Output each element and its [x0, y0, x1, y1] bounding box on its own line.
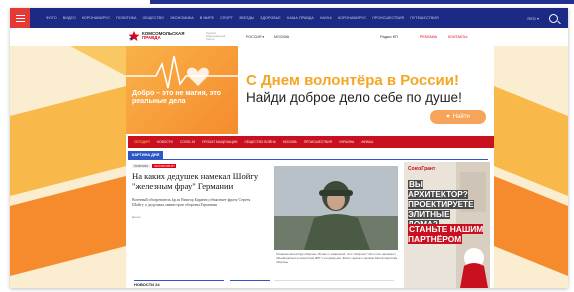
article-tag[interactable]: ПОЛИТИКА	[132, 164, 151, 168]
ad-cta[interactable]: СТАНЬТЕ НАШИМ ПАРТНЁРОМ	[408, 224, 488, 244]
banner-slogan: Добро – это не магия, это реальные дела	[132, 90, 221, 105]
sub-header: КОМСОМОЛЬСКАЯ ПРАВДА Первой Национальной…	[10, 28, 568, 46]
advertising-link[interactable]: РЕКЛАМА	[420, 35, 437, 39]
nav-item[interactable]: ЭКОНОМИКА	[170, 16, 194, 20]
right-decoration	[494, 46, 568, 288]
rubric-item[interactable]: АФИША	[361, 140, 373, 144]
photo-caption: Отвечая министру обороны Литвы и заявлен…	[276, 252, 397, 264]
region-selector[interactable]: РОССИЯ ▾	[246, 35, 264, 39]
nav-item[interactable]: ЗДОРОВЬЕ	[260, 16, 280, 20]
section-divider	[128, 159, 488, 160]
menu-icon-bar	[15, 14, 25, 16]
menu-icon-bar	[15, 17, 25, 19]
nav-item[interactable]: В МИРЕ	[200, 16, 214, 20]
article-tag-exclusive[interactable]: ЭКСКЛЮЗИВ КП	[152, 164, 177, 168]
rubric-item[interactable]: ОБЩЕСТВО ВОЙНА	[244, 140, 275, 144]
nav-item[interactable]: НАУКА	[320, 16, 332, 20]
search-icon[interactable]	[549, 13, 558, 23]
rubric-item[interactable]: МОСКВА	[283, 140, 297, 144]
article-lead: Военный обозреватель kp.ru Виктор Баране…	[132, 197, 251, 207]
soldier-photo	[274, 166, 398, 250]
rubric-item[interactable]: УКРАИНА	[339, 140, 354, 144]
main-content: Добро – это не магия, это реальные дела …	[126, 46, 494, 288]
news-tab[interactable]	[230, 280, 270, 288]
banner-subtitle: Найди доброе дело себе по душе!	[246, 90, 462, 105]
nav-item[interactable]: КОРОНАВИРУС	[338, 16, 366, 20]
radio-link[interactable]: Радио КП	[380, 34, 398, 39]
rubrics-bar: СЕГОДНЯ НОВОСТИ COVID-19 ПРОКАТ МАЦЕНАЦИ…	[128, 136, 494, 148]
rubric-item[interactable]: COVID-19	[180, 140, 195, 144]
logo-star-icon	[128, 31, 140, 41]
site-logo[interactable]: КОМСОМОЛЬСКАЯ ПРАВДА	[128, 31, 185, 41]
rubric-item[interactable]: ПРОКАТ МАЦЕНАЦИИ	[202, 140, 237, 144]
rubric-item[interactable]: СЕГОДНЯ	[134, 140, 150, 144]
advertisement[interactable]: СоюзГрант ВЫ АРХИТЕКТОР? ПРОЕКТИРУЕТЕ ЭЛ…	[404, 162, 490, 288]
left-stripes-graphic	[10, 46, 126, 276]
right-stripes-graphic	[494, 86, 568, 276]
hamburger-menu-button[interactable]	[10, 8, 30, 28]
article-tags: ПОЛИТИКА ЭКСКЛЮЗИВ КП	[132, 164, 262, 168]
logo-line2: ПРАВДА	[142, 35, 161, 40]
top-navigation: ФОТО ВИДЕО КОРОНАВИРУС ПОЛИТИКА ОБЩЕСТВО…	[10, 8, 568, 28]
menu-icon-bar	[15, 20, 25, 22]
banner-title: С Днем волонтёра в России!	[246, 72, 459, 89]
logo-text: КОМСОМОЛЬСКАЯ ПРАВДА	[142, 31, 185, 41]
nav-item[interactable]: СПОРТ	[220, 16, 233, 20]
banner-find-button[interactable]: ♥ Найти	[430, 110, 486, 124]
nav-item[interactable]: ПУТЕШЕСТВИЯ	[410, 16, 439, 20]
browser-viewport: ФОТО ВИДЕО КОРОНАВИРУС ПОЛИТИКА ОБЩЕСТВО…	[10, 8, 568, 288]
top-accent-strip	[150, 0, 574, 4]
news-title[interactable]: НОВОСТИ 24	[134, 281, 224, 287]
ad-question: ВЫ АРХИТЕКТОР? ПРОЕКТИРУЕТЕ ЭЛИТНЫЕ ДОМА…	[408, 180, 482, 230]
article-headline[interactable]: На каких дедушек намекал Шойгу "железным…	[132, 171, 262, 191]
heart-icon: ♥	[446, 114, 450, 120]
city-selector[interactable]: МОСКВА	[274, 35, 289, 39]
region-code-selector[interactable]: RED ▾	[527, 16, 539, 21]
news-divider	[274, 280, 394, 288]
banner-graphic: Добро – это не магия, это реальные дела	[126, 46, 238, 134]
ad-logo: СоюзГрант	[408, 166, 436, 172]
section-label[interactable]: КАРТИНА ДНЯ	[128, 151, 164, 159]
article-photo[interactable]	[274, 166, 398, 250]
nav-item[interactable]: ОБЩЕСТВО	[142, 16, 163, 20]
nav-item[interactable]: КОРОНАВИРУС	[82, 16, 110, 20]
nav-item[interactable]: ПРОИСШЕСТВИЯ	[372, 16, 404, 20]
nav-item[interactable]: ЗВЕЗДЫ	[239, 16, 254, 20]
contacts-link[interactable]: КОНТАКТЫ	[448, 35, 467, 39]
nav-items: ФОТО ВИДЕО КОРОНАВИРУС ПОЛИТИКА ОБЩЕСТВО…	[46, 16, 439, 20]
nav-item[interactable]: ВИДЕО	[63, 16, 76, 20]
nav-item[interactable]: ПОЛИТИКА	[116, 16, 136, 20]
ad-question-text: ВЫ АРХИТЕКТОР? ПРОЕКТИРУЕТЕ ЭЛИТНЫЕ ДОМА…	[408, 180, 474, 229]
left-decoration	[10, 46, 126, 288]
article-readmore-link[interactable]: Далее	[132, 215, 262, 219]
jubilee-badge: Первой Национальной Газете	[206, 31, 226, 41]
ad-cta-text: СТАНЬТЕ НАШИМ ПАРТНЁРОМ	[408, 224, 484, 244]
volunteer-banner[interactable]: Добро – это не магия, это реальные дела …	[126, 46, 494, 134]
news-block: НОВОСТИ 24	[134, 280, 224, 288]
nav-item[interactable]: ФОТО	[46, 16, 57, 20]
banner-button-label: Найти	[452, 114, 470, 120]
lead-article[interactable]: ПОЛИТИКА ЭКСКЛЮЗИВ КП На каких дедушек н…	[132, 164, 262, 219]
rubric-item[interactable]: ПРОИСШЕСТВИЯ	[304, 140, 332, 144]
rubric-item[interactable]: НОВОСТИ	[157, 140, 173, 144]
nav-item[interactable]: НАША ПРАВДА	[287, 16, 314, 20]
